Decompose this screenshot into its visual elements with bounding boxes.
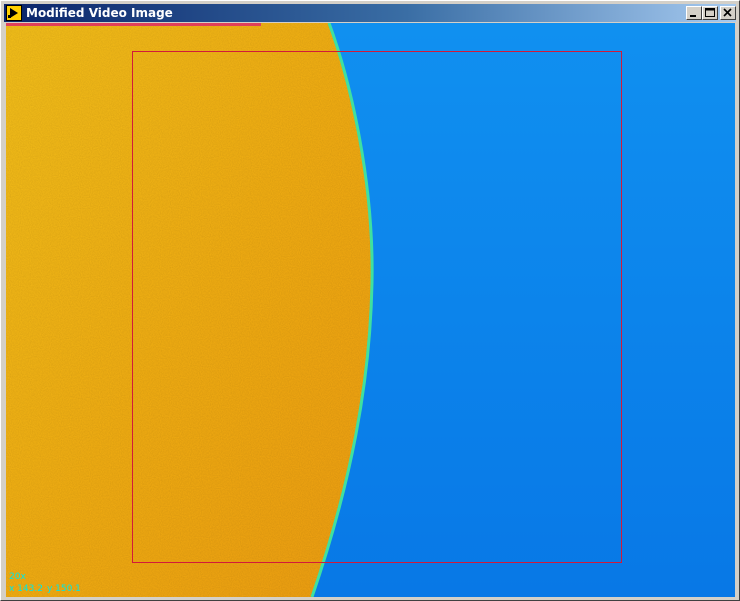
video-image-display[interactable]: 20x x 143.2 y 150.1 [6, 23, 735, 597]
false-color-image [6, 23, 735, 597]
zoom-level: 20x [9, 572, 26, 582]
cursor-coordinates: x 143.2 y 150.1 [9, 584, 85, 594]
sample-texture [6, 23, 373, 597]
minimize-icon [690, 15, 696, 17]
minimize-button[interactable] [686, 6, 702, 20]
maximize-button[interactable] [702, 6, 718, 20]
labview-app-icon[interactable] [6, 5, 22, 21]
maximize-icon [705, 8, 715, 17]
title-bar[interactable]: Modified Video Image [4, 4, 736, 22]
close-icon [723, 8, 732, 17]
x-coordinate: x 143.2 [9, 584, 43, 594]
video-image-window: Modified Video Image 20x x 143.2 y 150.1 [0, 0, 740, 601]
window-title: Modified Video Image [26, 6, 173, 20]
colorbar-strip [6, 23, 261, 26]
close-button[interactable] [720, 6, 736, 20]
y-coordinate: y 150.1 [46, 584, 81, 594]
